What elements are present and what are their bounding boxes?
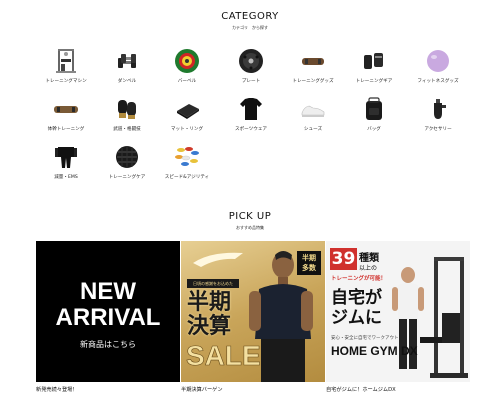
fitness-ball-icon	[427, 50, 449, 72]
home-gym-photo	[392, 257, 468, 378]
category-item-mat-ring[interactable]: マット・リング	[158, 95, 216, 145]
category-item-shoes[interactable]: シューズ	[284, 95, 342, 145]
ems-suit-icon	[55, 147, 77, 168]
mat-icon	[177, 104, 199, 119]
home-gym-big-2: ジムに	[331, 308, 382, 328]
category-item-ems[interactable]: 減量・EMS	[37, 143, 95, 193]
category-item-training-gear[interactable]: トレーニングギア	[345, 47, 403, 97]
new-arrival-sub: 新商品はこちら	[80, 340, 136, 349]
accessory-icon	[434, 99, 446, 119]
sale-big-text-3: SALE	[186, 340, 261, 371]
boxing-glove-icon	[118, 100, 136, 119]
category-item-accessory[interactable]: アクセサリー	[409, 95, 467, 145]
category-item-dumbbell[interactable]: ダンベル	[98, 47, 156, 97]
new-arrival-line1: NEW	[80, 278, 136, 305]
bag-icon	[366, 97, 382, 120]
category-label: トレーニンググッズ	[292, 79, 334, 84]
pickup-title: PICK UP	[228, 211, 272, 222]
dumbbell-icon	[118, 54, 136, 68]
category-label: ダンベル	[117, 79, 137, 84]
foam-roller-icon	[116, 146, 138, 168]
category-title: CATEGORY	[221, 11, 279, 22]
barbell-plates-icon	[175, 49, 199, 73]
pickup-subtitle: おすすめ品特集	[236, 225, 264, 230]
category-item-training-care[interactable]: トレーニングケア	[98, 143, 156, 193]
category-label: バーベル	[177, 79, 197, 84]
category-label: マット・リング	[170, 127, 204, 132]
home-gym-line2: 以上の	[359, 265, 378, 272]
pickup-caption-half-year-sale[interactable]: 半期決算バーゲン	[181, 386, 223, 393]
home-gym-product: HOME GYM DX	[331, 344, 418, 358]
sale-tagline: 日頃の感謝をお込めた	[187, 279, 239, 288]
category-label: バッグ	[367, 127, 381, 132]
pickup-caption-home-gym[interactable]: 自宅がジムに！ホームジムDX	[326, 386, 396, 393]
sale-big-text-2: 決算	[187, 314, 232, 339]
category-label: 武道・格闘技	[113, 127, 141, 132]
category-label: トレーニングケア	[108, 175, 146, 180]
pickup-card-home-gym[interactable]: 39 種類 以上の トレーニングが可能！ 自宅が ジムに 安心・安全に自宅でワー…	[326, 241, 470, 382]
sportswear-icon	[240, 98, 262, 120]
pickup-card-half-year-sale[interactable]: 半期 多数 日頃の感謝をお込めた 半期 決算 SALE	[181, 241, 325, 382]
category-item-speed-agility[interactable]: スピード&アジリティ	[158, 143, 216, 193]
category-label: フィットネスグッズ	[417, 79, 459, 84]
category-item-sportswear[interactable]: スポーツウェア	[222, 95, 280, 145]
category-label: アクセサリー	[424, 127, 452, 132]
category-item-training-goods[interactable]: トレーニンググッズ	[284, 47, 342, 97]
category-item-barbell[interactable]: バーベル	[158, 47, 216, 97]
brand-logo-icon	[193, 252, 243, 267]
home-gym-number: 39	[330, 248, 357, 270]
new-arrival-line2: ARRIVAL	[55, 304, 161, 331]
category-item-bag[interactable]: バッグ	[345, 95, 403, 145]
category-item-core-training[interactable]: 体幹トレーニング	[37, 95, 95, 145]
training-goods-icon	[302, 58, 324, 65]
pickup-card-new-arrival[interactable]: NEW ARRIVAL 新商品はこちら	[36, 241, 180, 382]
pickup-caption-new-arrival[interactable]: 新発売続々登場！	[36, 386, 78, 393]
category-item-fitness-goods[interactable]: フィットネスグッズ	[409, 47, 467, 97]
home-gym-kind: 種類	[359, 253, 379, 264]
category-label: スピード&アジリティ	[164, 175, 210, 180]
home-gym-small: 安心・安全に自宅でワークアウト	[331, 336, 399, 341]
home-gym-line3: トレーニングが可能！	[331, 276, 387, 282]
training-gear-icon	[364, 53, 383, 69]
category-subtitle: カテゴリ から探す	[232, 25, 268, 30]
category-label: トレーニングマシン	[45, 79, 87, 84]
category-label: 減量・EMS	[54, 175, 78, 180]
category-label: 体幹トレーニング	[47, 127, 85, 132]
plate-icon	[239, 49, 263, 73]
category-label: シューズ	[303, 127, 323, 132]
category-label: プレート	[241, 79, 261, 84]
sale-big-text-1: 半期	[187, 290, 232, 315]
shoes-icon	[301, 105, 325, 117]
training-machine-icon	[56, 49, 76, 73]
category-label: トレーニングギア	[355, 79, 393, 84]
category-item-plate[interactable]: プレート	[222, 47, 280, 97]
home-gym-big-1: 自宅が	[331, 288, 382, 308]
category-item-martial-arts[interactable]: 武道・格闘技	[98, 95, 156, 145]
core-training-icon	[54, 106, 78, 113]
category-label: スポーツウェア	[234, 127, 268, 132]
category-item-training-machine[interactable]: トレーニングマシン	[37, 47, 95, 97]
agility-cones-icon	[175, 147, 199, 166]
